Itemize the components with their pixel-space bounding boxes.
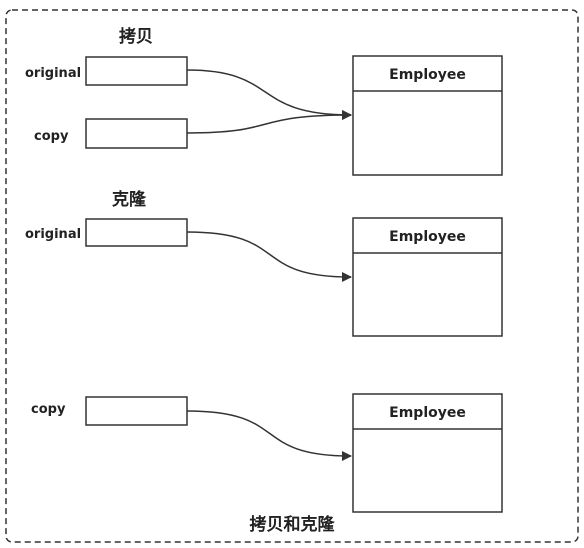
- clone-section-original-label: original: [25, 227, 81, 242]
- clone-section-title: 克隆: [112, 189, 147, 210]
- clone-section-copy-employee-object: Employee: [352, 393, 503, 513]
- clone-section-original-reference-arrow: [186, 231, 352, 282]
- clone-section-copy-label: copy: [31, 402, 66, 417]
- clone-section-copy-reference-arrow: [186, 410, 352, 461]
- copy-section-copy-variable-box: [85, 118, 188, 149]
- copy-section-employee-class-name: Employee: [389, 67, 466, 83]
- copy-section-original-reference-arrow: [186, 69, 352, 120]
- clone-section-original-variable-box: [85, 218, 188, 247]
- clone-section-original-employee-object: Employee: [352, 217, 503, 337]
- copy-section-employee-object: Employee: [352, 55, 503, 176]
- clone-section-copy-variable-box: [85, 396, 188, 426]
- copy-vs-clone-diagram: 拷贝 original copy Employee 克隆 original Em…: [5, 9, 579, 543]
- clone-section-original-employee-class-name: Employee: [389, 229, 466, 245]
- diagram-caption: 拷贝和克隆: [250, 514, 336, 535]
- copy-section-copy-reference-arrow: [186, 110, 352, 134]
- copy-section-title: 拷贝: [119, 26, 153, 47]
- copy-section-original-variable-box: [85, 56, 188, 86]
- clone-section-copy-employee-class-name: Employee: [389, 405, 466, 421]
- copy-section-copy-label: copy: [34, 129, 69, 144]
- copy-section-original-label: original: [25, 66, 81, 81]
